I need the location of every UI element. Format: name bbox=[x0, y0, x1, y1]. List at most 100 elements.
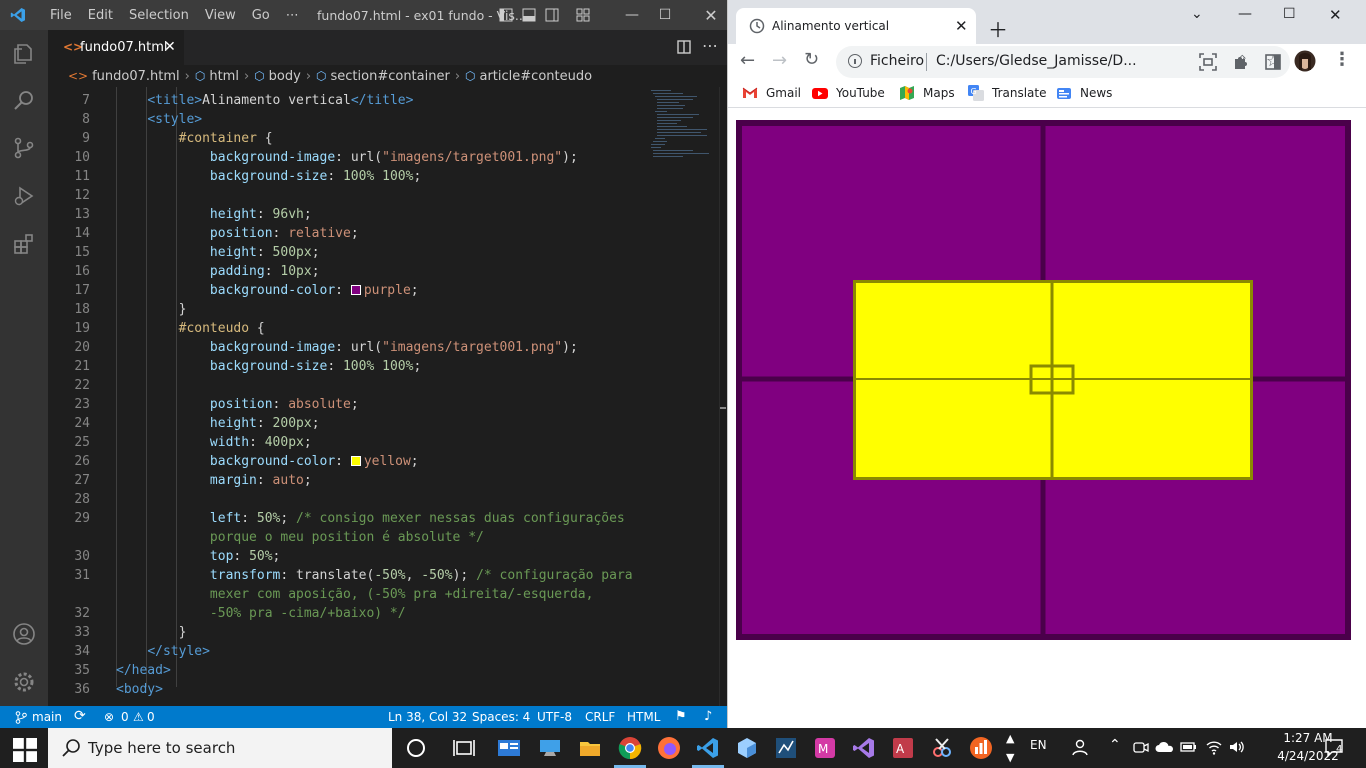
app-icon[interactable] bbox=[969, 736, 993, 760]
bookmark-gmail[interactable]: Gmail bbox=[742, 85, 801, 101]
toggle-panel-icon[interactable] bbox=[522, 8, 536, 22]
code-line[interactable]: <style> bbox=[116, 112, 202, 127]
access-icon[interactable]: A bbox=[891, 736, 915, 760]
error-icon[interactable]: ⊗ bbox=[104, 710, 114, 724]
notifications-bell-icon[interactable]: ♪ bbox=[704, 709, 712, 724]
3d-viewer-icon[interactable] bbox=[735, 736, 759, 760]
tab-close-icon[interactable]: ✕ bbox=[164, 39, 176, 55]
tab-close-icon[interactable]: ✕ bbox=[955, 17, 968, 35]
url-text[interactable]: C:/Users/Gledse_Jamisse/D... bbox=[936, 53, 1137, 69]
code-line[interactable]: left: 50%; /* consigo mexer nessas duas … bbox=[116, 511, 625, 526]
people-icon[interactable] bbox=[1072, 738, 1090, 756]
tab-alinamento-vertical[interactable]: Alinamento vertical ✕ bbox=[736, 8, 976, 44]
site-info-icon[interactable] bbox=[848, 54, 862, 68]
manage-gear-icon[interactable] bbox=[12, 670, 36, 694]
bookmark-translate[interactable]: G Translate bbox=[968, 85, 1047, 101]
mysql-workbench-icon[interactable]: M bbox=[813, 736, 837, 760]
code-line[interactable]: </head> bbox=[116, 663, 171, 678]
reload-icon[interactable]: ↻ bbox=[804, 49, 819, 70]
menu-file[interactable]: File bbox=[42, 8, 80, 23]
menu-view[interactable]: View bbox=[197, 8, 244, 23]
scroll-up-icon[interactable]: ▲ bbox=[1006, 732, 1014, 745]
end-of-line[interactable]: CRLF bbox=[585, 710, 615, 724]
profile-avatar[interactable] bbox=[1294, 50, 1316, 72]
input-language[interactable]: EN bbox=[1030, 738, 1047, 752]
minimap[interactable] bbox=[643, 87, 721, 706]
sync-icon[interactable]: ⟳ bbox=[74, 708, 86, 724]
more-actions-icon[interactable]: ⋯ bbox=[702, 36, 718, 55]
code-line[interactable]: background-image: url("imagens/target001… bbox=[116, 340, 578, 355]
wifi-icon[interactable] bbox=[1205, 739, 1223, 755]
indentation[interactable]: Spaces: 4 bbox=[472, 710, 530, 724]
warning-icon[interactable]: ⚠ bbox=[133, 710, 144, 724]
code-line[interactable]: background-color: yellow; bbox=[116, 454, 419, 469]
code-line[interactable]: padding: 10px; bbox=[116, 264, 320, 279]
onedrive-icon[interactable] bbox=[1155, 740, 1175, 754]
error-count[interactable]: 0 bbox=[121, 710, 129, 724]
extensions-puzzle-icon[interactable] bbox=[1232, 53, 1250, 71]
code-line[interactable]: position: absolute; bbox=[116, 397, 359, 412]
code-line[interactable]: <body> bbox=[116, 682, 163, 697]
forward-arrow-icon[interactable]: → bbox=[772, 50, 787, 71]
chrome-icon[interactable] bbox=[618, 736, 642, 760]
new-tab-icon[interactable]: ＋ bbox=[988, 14, 1008, 43]
this-pc-icon[interactable] bbox=[538, 736, 562, 760]
volume-icon[interactable] bbox=[1228, 739, 1246, 755]
news-widget-icon[interactable] bbox=[497, 736, 521, 760]
code-line[interactable]: mexer com aposição, (-50% pra +direita/-… bbox=[116, 587, 594, 602]
close-icon[interactable]: ✕ bbox=[1329, 6, 1342, 24]
code-line[interactable]: } bbox=[116, 625, 187, 640]
packet-tracer-icon[interactable] bbox=[774, 736, 798, 760]
code-line[interactable]: </style> bbox=[116, 644, 210, 659]
taskbar-search-box[interactable]: Type here to search bbox=[48, 728, 392, 768]
code-line[interactable]: height: 500px; bbox=[116, 245, 320, 260]
cursor-position[interactable]: Ln 38, Col 32 bbox=[388, 710, 467, 724]
breadcrumb-section[interactable]: section#container bbox=[331, 69, 450, 84]
source-control-icon[interactable] bbox=[12, 136, 36, 160]
code-line[interactable]: width: 400px; bbox=[116, 435, 312, 450]
maximize-icon[interactable]: ☐ bbox=[1283, 6, 1296, 22]
meet-now-icon[interactable] bbox=[1133, 739, 1149, 755]
code-line[interactable]: } bbox=[116, 302, 187, 317]
breadcrumb-html[interactable]: html bbox=[209, 69, 239, 84]
code-line[interactable]: background-size: 100% 100%; bbox=[116, 169, 421, 184]
cortana-icon[interactable] bbox=[404, 736, 428, 760]
vscode-icon[interactable] bbox=[696, 736, 720, 760]
minimize-icon[interactable]: — bbox=[1238, 6, 1252, 22]
language-mode[interactable]: HTML bbox=[627, 710, 660, 724]
warning-count[interactable]: 0 bbox=[147, 710, 155, 724]
file-explorer-icon[interactable] bbox=[578, 736, 602, 760]
code-line[interactable]: height: 200px; bbox=[116, 416, 320, 431]
tab-fundo07-html[interactable]: <> fundo07.html ✕ bbox=[48, 30, 184, 65]
split-editor-icon[interactable] bbox=[677, 40, 691, 54]
address-bar[interactable]: Ficheiro C:/Users/Gledse_Jamisse/D... ⇪ … bbox=[836, 46, 1290, 78]
feedback-icon[interactable]: ⚑ bbox=[675, 709, 687, 724]
snipping-tool-icon[interactable] bbox=[930, 736, 954, 760]
toggle-secondary-sidebar-icon[interactable] bbox=[545, 8, 559, 22]
code-line[interactable]: #conteudo { bbox=[116, 321, 265, 336]
screenshot-icon[interactable] bbox=[1199, 53, 1217, 71]
run-debug-icon[interactable] bbox=[12, 184, 36, 208]
breadcrumb-body[interactable]: body bbox=[269, 69, 301, 84]
tab-search-chevron-icon[interactable]: ⌄ bbox=[1191, 6, 1203, 22]
bookmark-maps[interactable]: Maps bbox=[899, 85, 955, 101]
customize-layout-icon[interactable] bbox=[576, 8, 590, 22]
code-editor[interactable]: 7 <title>Alinamento vertical</title> 8 <s… bbox=[48, 87, 643, 706]
code-line[interactable]: transform: translate(-50%, -50%); /* con… bbox=[116, 568, 633, 583]
task-view-icon[interactable] bbox=[452, 736, 476, 760]
firefox-icon[interactable] bbox=[657, 736, 681, 760]
extensions-icon[interactable] bbox=[12, 232, 36, 256]
code-line[interactable]: porque o meu position é absolute */ bbox=[116, 530, 484, 545]
notifications-icon[interactable] bbox=[1324, 738, 1346, 758]
toggle-sidebar-icon[interactable] bbox=[499, 8, 513, 22]
code-line[interactable]: top: 50%; bbox=[116, 549, 280, 564]
code-line[interactable]: background-image: url("imagens/target001… bbox=[116, 150, 578, 165]
code-line[interactable]: background-color: purple; bbox=[116, 283, 419, 298]
editor-scrollbar[interactable] bbox=[719, 87, 727, 706]
close-icon[interactable]: ✕ bbox=[696, 0, 726, 30]
breadcrumb-file[interactable]: fundo07.html bbox=[92, 69, 180, 84]
side-panel-icon[interactable] bbox=[1264, 53, 1282, 71]
menu-edit[interactable]: Edit bbox=[80, 8, 121, 23]
scroll-down-icon[interactable]: ▼ bbox=[1006, 751, 1014, 764]
menu-more[interactable]: ⋯ bbox=[278, 8, 307, 23]
